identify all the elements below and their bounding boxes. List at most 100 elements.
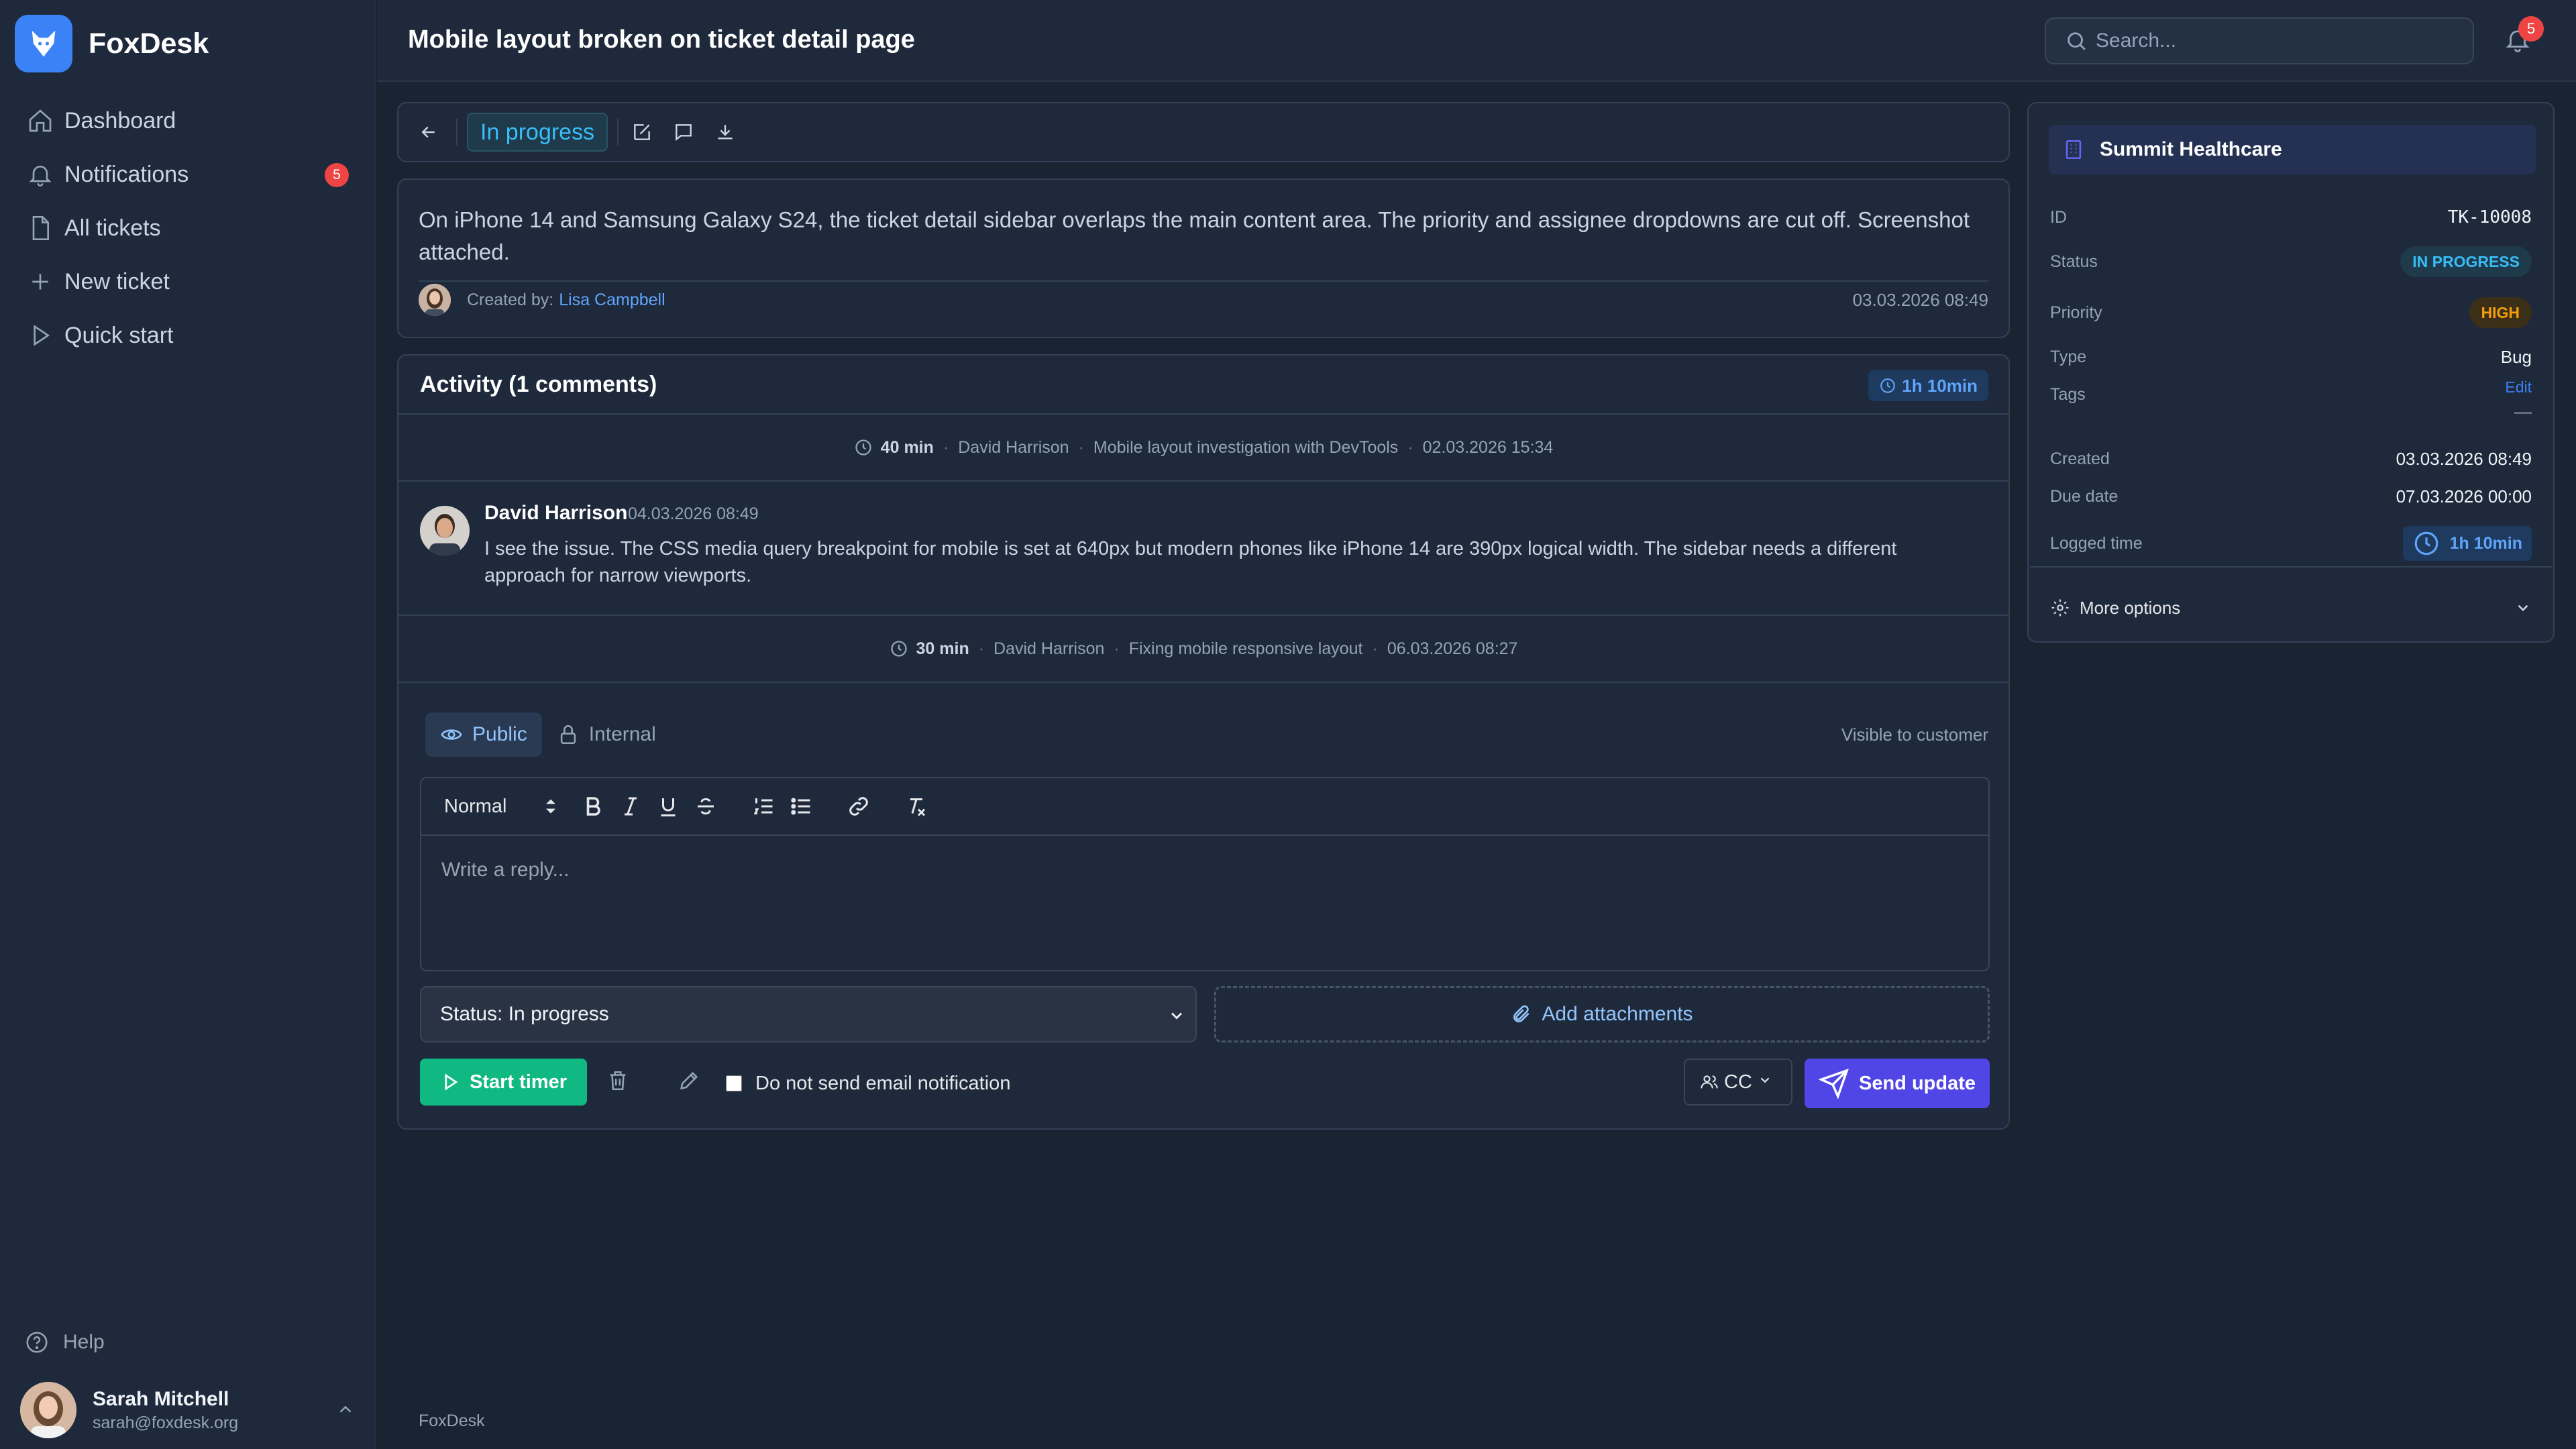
file-icon	[27, 215, 54, 241]
send-label: Send update	[1858, 1072, 1976, 1094]
editor-toolbar: Normal	[421, 778, 1988, 836]
prop-due-date: Due date 07.03.2026 00:00	[2050, 476, 2532, 517]
prop-label: Created	[2050, 449, 2110, 468]
created-date: 03.03.2026 08:49	[1852, 289, 1988, 310]
eye-icon	[440, 723, 463, 746]
status-badge[interactable]: IN PROGRESS	[2400, 246, 2532, 277]
cc-label: CC	[1724, 1071, 1752, 1093]
building-icon	[2062, 138, 2085, 161]
divider	[617, 119, 619, 146]
tab-internal[interactable]: Internal	[542, 712, 671, 757]
help-link[interactable]: Help	[24, 1330, 105, 1355]
cc-button[interactable]: CC	[1684, 1059, 1792, 1106]
created-value: 03.03.2026 08:49	[2396, 448, 2532, 469]
log-user: David Harrison	[958, 437, 1069, 457]
trash-icon[interactable]	[606, 1069, 633, 1096]
status-select[interactable]: Status: In progress	[420, 986, 1197, 1042]
search-icon	[2065, 30, 2088, 52]
ticket-meta: Created by: Lisa Campbell 03.03.2026 08:…	[419, 280, 1988, 318]
activity-title: Activity (1 comments)	[420, 371, 657, 397]
start-timer-button[interactable]: Start timer	[420, 1059, 588, 1106]
divider	[456, 119, 458, 146]
bold-icon[interactable]	[581, 794, 605, 818]
start-timer-label: Start timer	[470, 1071, 568, 1093]
tags-value: —	[2514, 401, 2532, 421]
sidebar-item-quick-start[interactable]: Quick start	[27, 309, 349, 362]
time-log-row: 30 min · David Harrison · Fixing mobile re…	[398, 616, 2008, 683]
prop-logged-time: Logged time 1h 10min	[2050, 523, 2532, 564]
user-menu[interactable]: Sarah Mitchell sarah@foxdesk.org	[20, 1381, 356, 1440]
ticket-description: On iPhone 14 and Samsung Galaxy S24, the…	[397, 178, 2010, 338]
reply-textarea[interactable]: Write a reply...	[421, 836, 1988, 904]
link-icon[interactable]	[847, 794, 871, 818]
download-icon[interactable]	[711, 118, 739, 146]
avatar	[419, 284, 451, 316]
created-by-link[interactable]: Lisa Campbell	[559, 290, 665, 310]
status-pill[interactable]: In progress	[467, 113, 608, 152]
ordered-list-icon[interactable]	[751, 794, 775, 818]
sidebar-item-label: Dashboard	[64, 107, 176, 133]
italic-icon[interactable]	[619, 794, 643, 818]
brand[interactable]: FoxDesk	[15, 15, 209, 72]
edit-icon[interactable]	[628, 118, 656, 146]
sidebar-item-new-ticket[interactable]: New ticket	[27, 255, 349, 309]
sidebar-item-dashboard[interactable]: Dashboard	[27, 94, 349, 148]
pencil-icon[interactable]	[678, 1069, 704, 1096]
clock-icon	[2412, 529, 2440, 557]
more-options-toggle[interactable]: More options	[2050, 589, 2532, 627]
users-icon	[1700, 1073, 1719, 1091]
brand-name: FoxDesk	[89, 27, 209, 60]
back-arrow-icon[interactable]	[415, 118, 443, 146]
log-note: Mobile layout investigation with DevTool…	[1093, 437, 1399, 457]
avatar	[420, 506, 470, 555]
comment-icon[interactable]	[669, 118, 698, 146]
fox-logo-icon	[15, 15, 72, 72]
sidebar-item-notifications[interactable]: Notifications 5	[27, 148, 349, 201]
home-icon	[27, 107, 54, 134]
bell-icon	[27, 161, 54, 188]
tags-edit-link[interactable]: Edit	[2505, 378, 2532, 396]
search-input[interactable]: Search...	[2045, 17, 2474, 64]
logged-time-badge: 1h 10min	[2402, 526, 2532, 561]
log-duration: 40 min	[880, 437, 934, 457]
underline-icon[interactable]	[656, 794, 680, 818]
bullet-list-icon[interactable]	[789, 794, 813, 818]
ticket-details-panel: Summit Healthcare ID TK-10008 Status IN …	[2027, 102, 2555, 643]
attach-label: Add attachments	[1542, 1003, 1693, 1025]
sidebar-item-all-tickets[interactable]: All tickets	[27, 201, 349, 255]
log-note: Fixing mobile responsive layout	[1128, 639, 1363, 658]
send-update-button[interactable]: Send update	[1805, 1059, 1990, 1108]
sidebar-item-label: All tickets	[64, 215, 161, 241]
comment-body: I see the issue. The CSS media query bre…	[484, 538, 1897, 586]
reply-editor: Normal Write a reply...	[420, 777, 1990, 971]
clear-format-icon[interactable]	[904, 794, 928, 818]
tab-public[interactable]: Public	[425, 712, 542, 757]
no-email-checkbox[interactable]: Do not send email notification	[726, 1067, 1010, 1100]
lock-icon	[557, 723, 580, 746]
ticket-id: TK-10008	[2447, 207, 2532, 227]
notification-badge: 5	[325, 163, 349, 187]
sidebar-item-label: New ticket	[64, 268, 170, 294]
tab-label: Public	[472, 723, 527, 745]
play-icon	[27, 322, 54, 349]
user-name: Sarah Mitchell	[93, 1387, 229, 1410]
log-date: 06.03.2026 08:27	[1387, 639, 1518, 658]
user-email: sarah@foxdesk.org	[93, 1413, 239, 1432]
format-select[interactable]: Normal	[444, 796, 558, 818]
sort-arrows-icon	[543, 797, 558, 816]
organization-header[interactable]: Summit Healthcare	[2049, 125, 2536, 174]
plus-icon	[27, 268, 54, 295]
no-email-checkbox-input[interactable]	[726, 1075, 742, 1091]
description-text: On iPhone 14 and Samsung Galaxy S24, the…	[419, 207, 1970, 264]
created-by-label: Created by:	[467, 290, 554, 309]
more-options-label: More options	[2080, 597, 2181, 618]
add-attachments-button[interactable]: Add attachments	[1214, 986, 1990, 1042]
comment: David Harrison 04.03.2026 08:49 I see th…	[398, 482, 2008, 616]
log-date: 02.03.2026 15:34	[1422, 437, 1554, 457]
chevron-down-icon	[1758, 1073, 1776, 1091]
time-log-row: 40 min · David Harrison · Mobile layout in…	[398, 415, 2008, 482]
strikethrough-icon[interactable]	[694, 794, 718, 818]
tab-label: Internal	[588, 723, 656, 745]
priority-badge[interactable]: HIGH	[2469, 297, 2532, 328]
clock-icon	[1879, 377, 1896, 394]
